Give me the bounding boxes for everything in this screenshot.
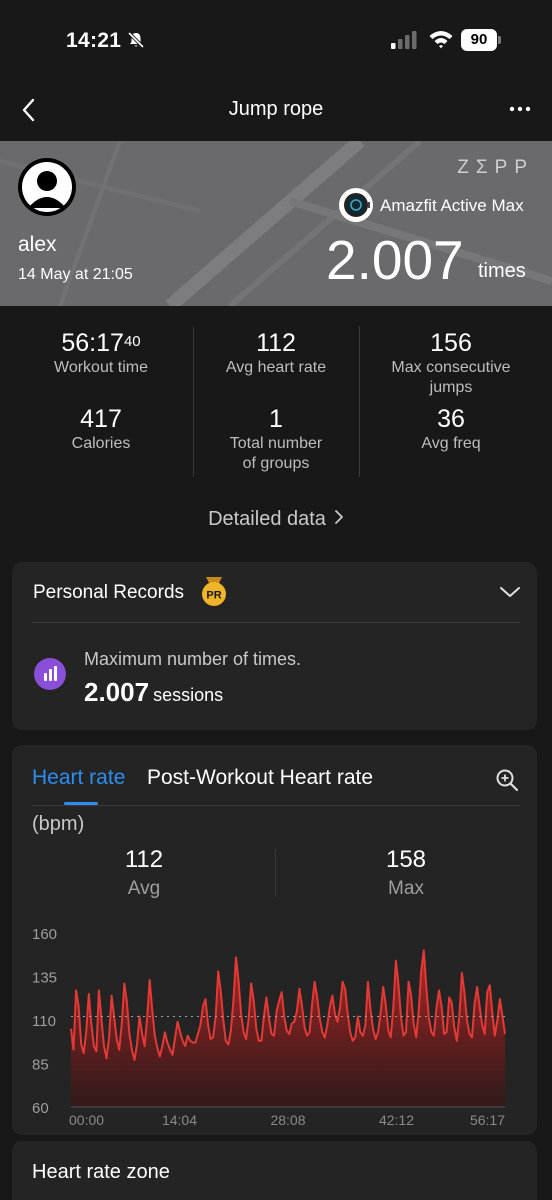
y-tick-label: 85	[32, 1057, 49, 1074]
svg-text:PR: PR	[206, 590, 221, 602]
heart-rate-chart: 160 135 110 85 60 00:00 14:04 28:08 42:12 56:17	[32, 926, 506, 1128]
watch-icon	[339, 188, 373, 222]
user-name: alex	[18, 233, 57, 256]
divider	[32, 805, 520, 806]
record-value: 2.007 sessions	[84, 677, 224, 707]
x-tick-label: 00:00	[69, 1112, 104, 1128]
divider	[275, 849, 276, 897]
bell-off-icon	[127, 31, 145, 49]
status-bar: 14:21 90	[0, 0, 552, 80]
heart-rate-card: Heart rate Post-Workout Heart rate (bpm)…	[12, 745, 537, 1135]
bar-chart-icon	[34, 658, 66, 690]
page-title: Jump rope	[228, 98, 324, 120]
status-time: 14:21	[66, 29, 122, 52]
more-options-icon[interactable]	[507, 98, 533, 120]
x-tick-label: 42:12	[379, 1112, 414, 1128]
divider	[193, 326, 194, 477]
stat-calories: 417 Calories	[71, 405, 131, 452]
heart-rate-zone-card: Heart rate zone	[12, 1141, 537, 1200]
device-name: Amazfit Active Max	[380, 196, 524, 215]
personal-records-title: Personal Records	[33, 582, 185, 603]
stat-avg-heart-rate: 112 Avg heart rate	[225, 329, 327, 376]
hr-avg-stat: 112 Avg	[124, 846, 164, 899]
y-tick-label: 110	[32, 1013, 56, 1030]
battery-icon: 90	[461, 29, 501, 51]
heart-rate-unit: (bpm)	[32, 813, 85, 835]
battery-level: 90	[461, 29, 497, 51]
x-tick-label: 56:17	[470, 1112, 505, 1128]
total-jumps-unit: times	[478, 260, 526, 282]
user-avatar-icon	[22, 162, 72, 212]
detailed-data-link[interactable]: Detailed data	[0, 508, 552, 531]
pr-medal-icon: PR	[202, 577, 226, 606]
chevron-down-icon[interactable]	[498, 583, 522, 601]
divider	[32, 622, 520, 623]
tab-post-workout-heart-rate[interactable]: Post-Workout Heart rate	[147, 766, 373, 790]
cellular-signal-icon	[391, 31, 417, 49]
y-tick-label: 160	[32, 926, 57, 943]
heart-rate-area	[71, 950, 505, 1107]
tab-heart-rate[interactable]: Heart rate	[32, 766, 125, 790]
total-jumps-value: 2.007	[326, 229, 464, 291]
zoom-in-icon[interactable]	[495, 768, 519, 792]
stat-total-groups: 1 Total number of groups	[229, 405, 323, 472]
y-tick-label: 60	[32, 1100, 49, 1117]
workout-date: 14 May at 21:05	[18, 266, 133, 283]
wifi-icon	[429, 31, 453, 49]
x-tick-label: 14:04	[162, 1112, 197, 1128]
stat-avg-freq: 36 Avg freq	[421, 405, 481, 452]
hr-max-stat: 158 Max	[385, 846, 427, 899]
brand-logo: ZΣPP	[457, 157, 534, 178]
chevron-right-icon	[334, 508, 344, 531]
workout-summary-banner: alex 14 May at 21:05 ZΣPP Amazfit Active…	[0, 141, 552, 306]
heart-rate-zone-title: Heart rate zone	[32, 1161, 170, 1183]
avatar[interactable]	[18, 158, 76, 216]
x-tick-label: 28:08	[270, 1112, 305, 1128]
divider	[359, 326, 360, 477]
record-label: Maximum number of times.	[84, 649, 302, 669]
stat-workout-time: 56:1740 Workout time	[54, 329, 148, 376]
personal-records-card: Personal Records PR Maximum number of ti…	[12, 562, 537, 730]
stat-max-consecutive-jumps: 156 Max consecutive jumps	[391, 329, 511, 396]
y-tick-label: 135	[32, 970, 57, 987]
